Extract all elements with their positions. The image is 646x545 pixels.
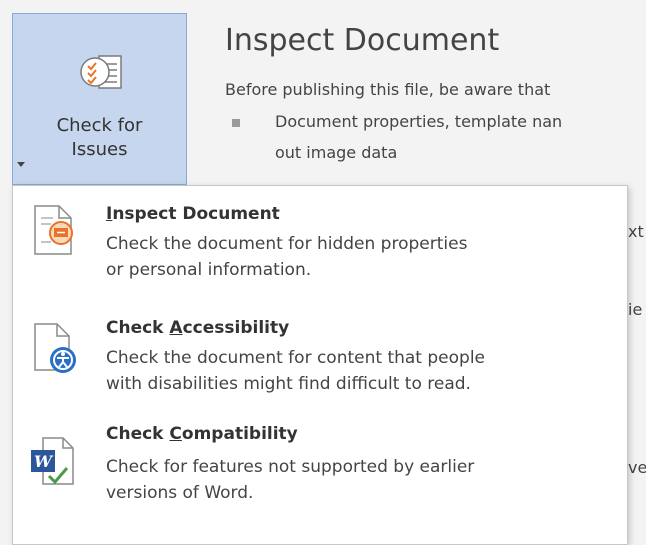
checklist-icon (80, 55, 122, 89)
menu-item-title: Check Accessibility (106, 318, 290, 338)
check-for-issues-label: Check for Issues (13, 114, 186, 167)
menu-item-description: Check the document for content that peop… (106, 348, 485, 394)
page-description: Before publishing this file, be aware th… (225, 80, 551, 99)
check-for-issues-button[interactable]: Check for Issues (12, 13, 187, 185)
background-text-fragment: xt (628, 222, 644, 241)
menu-item-check-compatibility[interactable]: W Check Compatibility Check for features… (13, 424, 627, 536)
check-for-issues-line1: Check for (56, 115, 143, 136)
menu-item-inspect-document[interactable]: Inspect Document Check the document for … (13, 196, 627, 308)
inspect-document-icon (34, 205, 73, 255)
page-title: Inspect Document (225, 23, 500, 58)
compatibility-icon: W (31, 437, 74, 485)
chevron-down-icon (17, 162, 25, 167)
menu-item-description: Check the document for hidden properties… (106, 234, 468, 280)
bullet-text-line1: Document properties, template nan (275, 112, 563, 131)
menu-item-title: Check Compatibility (106, 424, 298, 444)
bullet-text-line2: out image data (275, 143, 398, 162)
svg-text:W: W (34, 452, 54, 471)
menu-item-check-accessibility[interactable]: Check Accessibility Check the document f… (13, 310, 627, 422)
accessibility-icon (34, 323, 76, 373)
check-for-issues-line2: Issues (13, 138, 186, 167)
background-text-fragment: ve (628, 458, 646, 477)
bullet-square-icon (232, 119, 240, 127)
menu-item-description: Check for features not supported by earl… (106, 457, 475, 503)
background-text-fragment: ie (628, 300, 643, 319)
menu-item-title: Inspect Document (106, 204, 280, 224)
check-for-issues-menu: Inspect Document Check the document for … (12, 185, 628, 545)
